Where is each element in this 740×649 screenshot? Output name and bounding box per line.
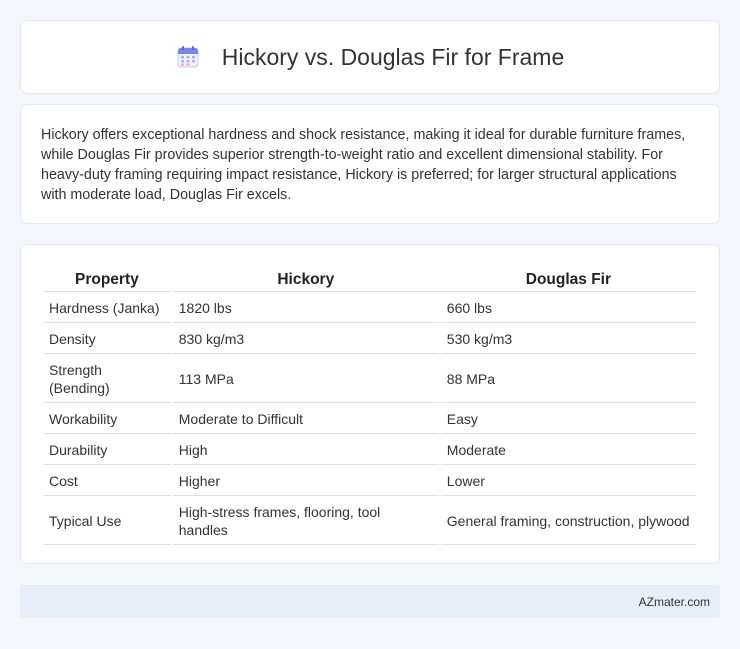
footer-source: AZmater.com xyxy=(638,594,710,609)
cell-douglas-fir: 530 kg/m3 xyxy=(440,325,696,354)
cell-douglas-fir: Easy xyxy=(440,405,696,434)
cell-douglas-fir: General framing, construction, plywood xyxy=(440,498,696,545)
table-row: Hardness (Janka) 1820 lbs 660 lbs xyxy=(43,294,696,323)
summary-text: Hickory offers exceptional hardness and … xyxy=(41,127,686,203)
cell-douglas-fir: Moderate xyxy=(440,436,696,465)
footer: AZmater.com xyxy=(20,585,720,618)
comparison-card: Property Hickory Douglas Fir Hardness (J… xyxy=(20,244,720,564)
cell-hickory: Higher xyxy=(172,467,439,496)
header-douglas-fir: Douglas Fir xyxy=(440,267,696,292)
header-hickory: Hickory xyxy=(172,267,439,292)
table-row: Cost Higher Lower xyxy=(43,467,696,496)
comparison-table: Property Hickory Douglas Fir Hardness (J… xyxy=(41,265,698,547)
table-row: Workability Moderate to Difficult Easy xyxy=(43,405,696,434)
cell-property: Cost xyxy=(43,467,171,496)
header-property: Property xyxy=(43,267,171,292)
cell-property: Typical Use xyxy=(43,498,171,545)
page-title: Hickory vs. Douglas Fir for Frame xyxy=(221,43,565,70)
cell-property: Strength (Bending) xyxy=(43,356,171,403)
title-wrap: Hickory vs. Douglas Fir for Frame xyxy=(176,43,565,71)
table-row: Strength (Bending) 113 MPa 88 MPa xyxy=(43,356,696,403)
calendar-icon xyxy=(177,46,199,68)
cell-hickory: High-stress frames, flooring, tool handl… xyxy=(172,498,439,545)
cell-property: Workability xyxy=(43,405,171,434)
title-card: Hickory vs. Douglas Fir for Frame xyxy=(20,20,720,94)
summary-card: Hickory offers exceptional hardness and … xyxy=(20,104,720,224)
cell-douglas-fir: Lower xyxy=(440,467,696,496)
cell-hickory: 113 MPa xyxy=(172,356,439,403)
cell-hickory: High xyxy=(172,436,439,465)
cell-property: Density xyxy=(43,325,171,354)
table-header-row: Property Hickory Douglas Fir xyxy=(43,267,696,292)
table-row: Durability High Moderate xyxy=(43,436,696,465)
table-row: Density 830 kg/m3 530 kg/m3 xyxy=(43,325,696,354)
cell-douglas-fir: 660 lbs xyxy=(440,294,696,323)
table-row: Typical Use High-stress frames, flooring… xyxy=(43,498,696,545)
cell-douglas-fir: 88 MPa xyxy=(440,356,696,403)
cell-property: Durability xyxy=(43,436,171,465)
cell-hickory: 1820 lbs xyxy=(172,294,439,323)
cell-hickory: Moderate to Difficult xyxy=(172,405,439,434)
cell-hickory: 830 kg/m3 xyxy=(172,325,439,354)
cell-property: Hardness (Janka) xyxy=(43,294,171,323)
